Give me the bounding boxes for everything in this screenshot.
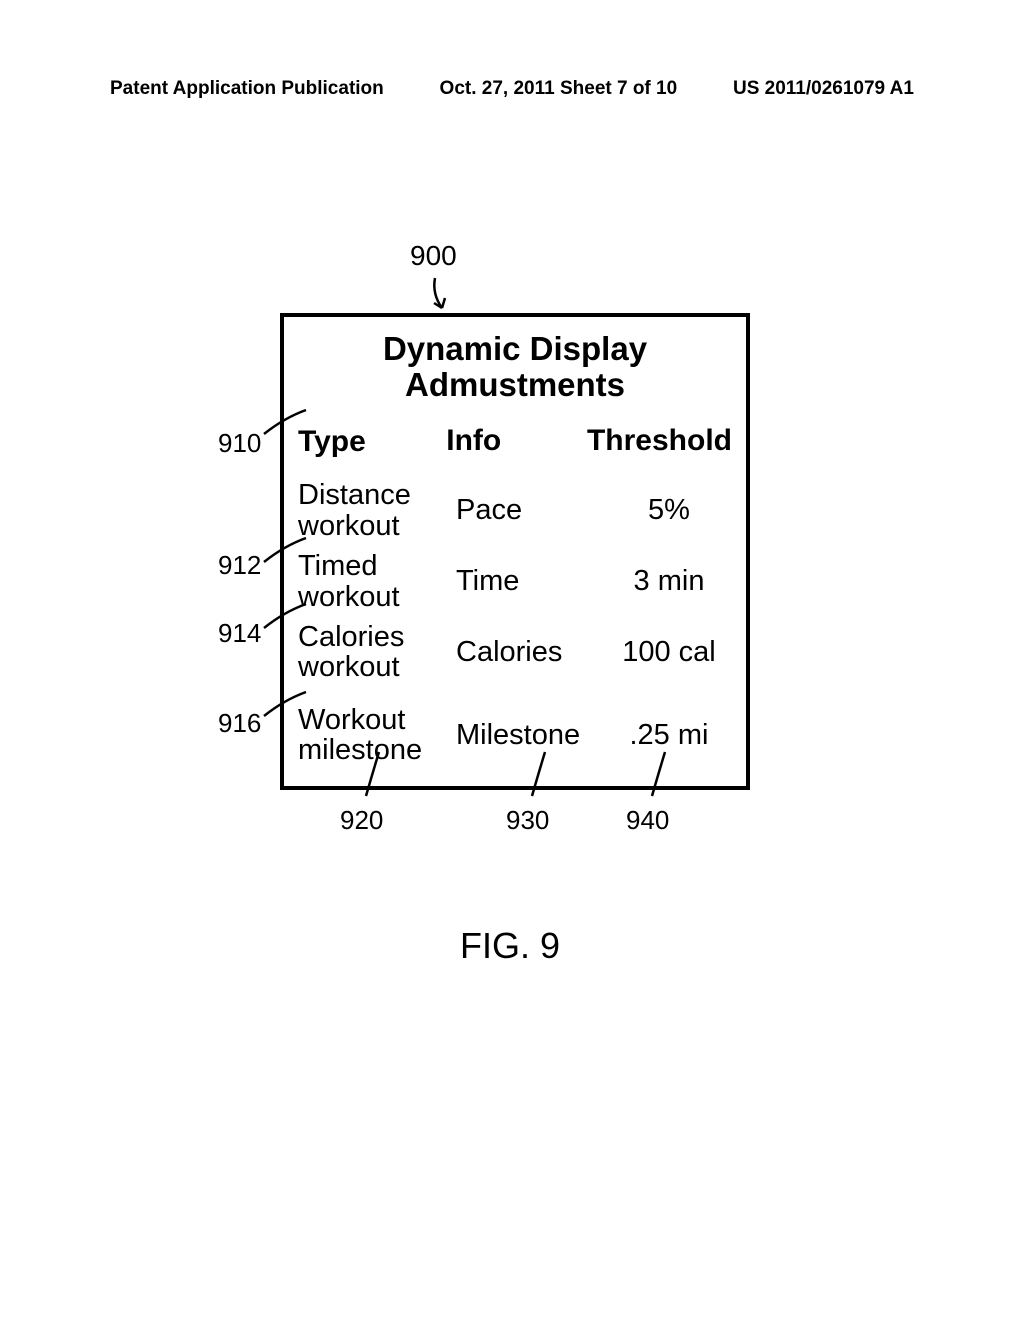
header-center: Oct. 27, 2011 Sheet 7 of 10 [440,78,678,100]
ref-916: 916 [218,708,261,739]
cell-threshold: .25 mi [606,719,732,752]
lead-910 [262,408,312,438]
cell-info: Time [456,565,606,598]
ref-920: 920 [340,805,383,836]
cell-info: Milestone [456,719,606,752]
header-right: US 2011/0261079 A1 [733,78,914,100]
lead-914 [262,602,312,630]
lead-916 [262,690,312,718]
table-row: Calories workout Calories 100 cal [298,622,732,683]
cell-threshold: 5% [606,494,732,527]
box-title: Dynamic Display Admustments [298,331,732,402]
lead-912 [262,536,312,564]
ref-900: 900 [410,240,457,272]
ref-930: 930 [506,805,549,836]
table-row: Distance workout Pace 5% [298,480,732,541]
cell-type: Calories workout [298,622,456,683]
figure-caption: FIG. 9 [460,925,560,967]
lead-930 [530,750,560,800]
lead-940 [650,750,680,800]
cell-threshold: 100 cal [606,636,732,669]
col-threshold: Threshold [587,424,732,458]
table-row: Timed workout Time 3 min [298,551,732,612]
ref-914: 914 [218,618,261,649]
cell-type: Distance workout [298,480,456,541]
lead-920 [364,750,394,800]
cell-type: Timed workout [298,551,456,612]
lead-arrow-900 [417,276,457,316]
settings-box: Dynamic Display Admustments Type Info Th… [280,313,750,790]
cell-info: Pace [456,494,606,527]
ref-910: 910 [218,428,261,459]
col-info: Info [446,424,587,458]
patent-header: Patent Application Publication Oct. 27, … [110,78,914,100]
ref-940: 940 [626,805,669,836]
header-left: Patent Application Publication [110,78,384,100]
cell-info: Calories [456,636,606,669]
column-headers: Type Info Threshold [298,424,732,458]
cell-threshold: 3 min [606,565,732,598]
col-type: Type [298,426,446,458]
ref-912: 912 [218,550,261,581]
